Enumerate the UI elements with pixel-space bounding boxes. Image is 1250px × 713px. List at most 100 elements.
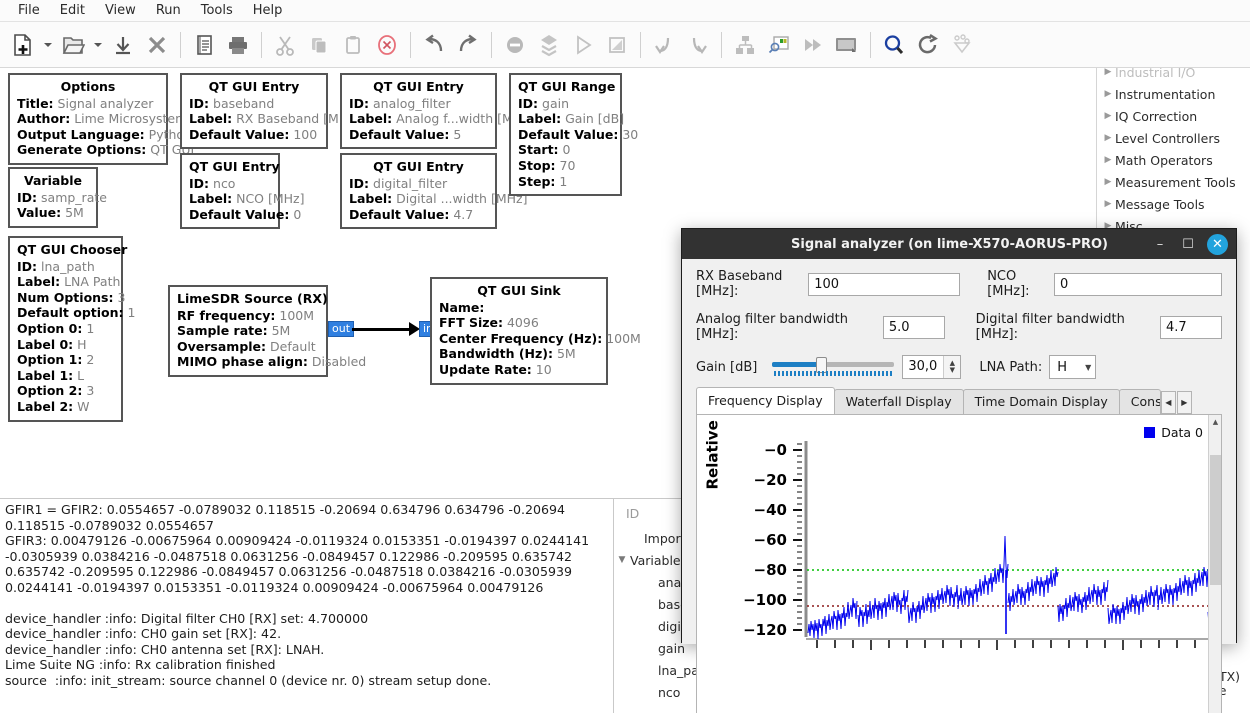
- connection-wire[interactable]: [352, 328, 414, 331]
- menu-item-view[interactable]: View: [95, 1, 146, 20]
- block-title: QT GUI Chooser: [17, 242, 128, 257]
- qt-gui-entry-baseband-block[interactable]: QT GUI Entry ID: baseband Label: RX Base…: [180, 73, 360, 150]
- block-row: Label: Digital ...width [MHz]: [349, 191, 528, 207]
- reload-blocks-icon[interactable]: [911, 27, 945, 63]
- tree-item-instrumentation[interactable]: ▶ Instrumentation: [1097, 83, 1250, 105]
- align-blocks-icon[interactable]: [728, 27, 762, 63]
- tree-item-level-controllers[interactable]: ▶ Level Controllers: [1097, 127, 1250, 149]
- cut-icon[interactable]: [268, 27, 302, 63]
- scroll-up-icon[interactable]: ▲: [1209, 415, 1221, 428]
- rotate-left-icon[interactable]: [647, 27, 681, 63]
- chevron-right-icon[interactable]: ▶: [1101, 199, 1115, 209]
- toggle-panel-icon[interactable]: [830, 27, 864, 63]
- spinner-arrows[interactable]: ▲ ▼: [943, 356, 961, 378]
- maximize-icon[interactable]: ☐: [1175, 231, 1201, 257]
- print-icon[interactable]: [221, 27, 255, 63]
- paste-icon[interactable]: [336, 27, 370, 63]
- save-icon[interactable]: [106, 27, 140, 63]
- tab-scroll-right-icon[interactable]: ▶: [1176, 391, 1192, 414]
- enable-block-icon[interactable]: [532, 27, 566, 63]
- tree-item-math-operators[interactable]: ▶ Math Operators: [1097, 149, 1250, 171]
- chevron-right-icon[interactable]: ▶: [1101, 133, 1115, 143]
- chevron-right-icon[interactable]: ▶: [1101, 155, 1115, 165]
- block-row: Default Value: 100: [189, 126, 318, 142]
- zoom-in-icon[interactable]: [877, 27, 911, 63]
- tree-item-message-tools[interactable]: ▶ Message Tools: [1097, 193, 1250, 215]
- copy-icon[interactable]: [302, 27, 336, 63]
- chevron-down-icon[interactable]: ▼: [1085, 363, 1091, 372]
- toolbar: [0, 22, 1250, 68]
- tab-scroll-left-icon[interactable]: ◀: [1160, 391, 1176, 414]
- new-flowgraph-icon[interactable]: [6, 27, 40, 63]
- plot-vertical-scrollbar[interactable]: ▲ ▼: [1208, 415, 1221, 713]
- block-row: Output Language: Python: [17, 126, 193, 142]
- tab-frequency-display[interactable]: Frequency Display: [696, 387, 835, 414]
- tab-time-domain-display[interactable]: Time Domain Display: [962, 389, 1120, 414]
- chevron-down-icon[interactable]: ▼: [614, 555, 630, 565]
- block-title: QT GUI Entry: [208, 79, 300, 94]
- more-icon[interactable]: [796, 27, 830, 63]
- chevron-right-icon[interactable]: ▶: [1101, 68, 1115, 77]
- nco-input[interactable]: [1054, 272, 1222, 296]
- qt-gui-entry-digital-filter-block[interactable]: QT GUI Entry ID: digital_filter Label: D…: [340, 153, 528, 230]
- gain-value[interactable]: 30,0: [903, 356, 943, 378]
- frequency-display-plot[interactable]: Relative Gain (dB) Data 0 −0 −20 −40 −60…: [696, 414, 1222, 713]
- block-row: Default Value: 5: [349, 126, 462, 142]
- digital-filter-input[interactable]: [1160, 315, 1222, 339]
- find-block-icon[interactable]: [762, 27, 796, 63]
- menu-item-file[interactable]: File: [8, 1, 50, 20]
- kill-icon[interactable]: [600, 27, 634, 63]
- tab-constellation-display[interactable]: Cons: [1118, 389, 1161, 414]
- menu-item-help[interactable]: Help: [243, 1, 293, 20]
- limesdr-source-block[interactable]: LimeSDR Source (RX) RF frequency: 100M S…: [168, 285, 366, 377]
- scrollbar-thumb[interactable]: [1210, 455, 1221, 585]
- tab-waterfall-display[interactable]: Waterfall Display: [833, 389, 964, 414]
- qt-gui-range-gain-block[interactable]: QT GUI Range ID: gain Label: Gain [dB] D…: [509, 73, 638, 197]
- close-icon[interactable]: ✕: [1207, 233, 1228, 255]
- block-row: Label: Analog f...width [MHz]: [349, 111, 534, 127]
- menu-item-run[interactable]: Run: [146, 1, 191, 20]
- options-block[interactable]: Options Title: Signal analyzer Author: L…: [8, 73, 194, 165]
- chevron-right-icon[interactable]: ▶: [1101, 89, 1115, 99]
- console-line: GFIR3: 0.00479126 -0.00675964 0.00909424…: [5, 533, 594, 595]
- open-recent-dropdown-icon[interactable]: [90, 27, 106, 63]
- disable-block-icon[interactable]: [498, 27, 532, 63]
- tree-item-measurement-tools[interactable]: ▶ Measurement Tools: [1097, 171, 1250, 193]
- qt-gui-entry-nco-block[interactable]: QT GUI Entry ID: nco Label: NCO [MHz] De…: [180, 153, 304, 230]
- signal-analyzer-window[interactable]: Signal analyzer (on lime-X570-AORUS-PRO)…: [681, 228, 1237, 713]
- chevron-right-icon[interactable]: ▶: [1101, 111, 1115, 121]
- minimize-icon[interactable]: –: [1147, 231, 1173, 257]
- tree-item-industrial-io[interactable]: ▶ Industrial I/O: [1097, 68, 1250, 83]
- menu-item-edit[interactable]: Edit: [50, 1, 95, 20]
- gain-slider[interactable]: [772, 356, 895, 378]
- rotate-right-icon[interactable]: [681, 27, 715, 63]
- gain-spinbox[interactable]: 30,0 ▲ ▼: [902, 355, 962, 379]
- properties-icon[interactable]: [187, 27, 221, 63]
- window-title-bar[interactable]: Signal analyzer (on lime-X570-AORUS-PRO)…: [682, 229, 1236, 259]
- execute-icon[interactable]: [566, 27, 600, 63]
- chevron-right-icon[interactable]: ▶: [1101, 177, 1115, 187]
- chevron-down-icon[interactable]: ▼: [950, 367, 955, 374]
- lna-path-select[interactable]: H ▼: [1049, 355, 1097, 379]
- block-row: Option 1: 2: [17, 352, 95, 368]
- menu-item-tools[interactable]: Tools: [191, 1, 243, 20]
- port-out[interactable]: out: [328, 321, 355, 337]
- rx-baseband-input[interactable]: [808, 272, 961, 296]
- new-flowgraph-dropdown-icon[interactable]: [40, 27, 56, 63]
- tree-item-iq-correction[interactable]: ▶ IQ Correction: [1097, 105, 1250, 127]
- delete-icon[interactable]: [370, 27, 404, 63]
- tree-item-label: Math Operators: [1115, 152, 1213, 168]
- redo-icon[interactable]: [451, 27, 485, 63]
- display-tabs[interactable]: Frequency Display Waterfall Display Time…: [696, 387, 1222, 414]
- console-log[interactable]: GFIR1 = GFIR2: 0.0554657 -0.0789032 0.11…: [0, 498, 613, 713]
- flowgraph-tools-icon[interactable]: [945, 27, 979, 63]
- analog-filter-input[interactable]: [882, 315, 945, 339]
- undo-icon[interactable]: [417, 27, 451, 63]
- qt-gui-entry-analog-filter-block[interactable]: QT GUI Entry ID: analog_filter Label: An…: [340, 73, 534, 150]
- open-flowgraph-icon[interactable]: [56, 27, 90, 63]
- qt-gui-chooser-block[interactable]: QT GUI Chooser ID: lna_path Label: LNA P…: [8, 236, 135, 422]
- variable-samp-rate-block[interactable]: Variable ID: samp_rate Value: 5M: [8, 167, 107, 228]
- digital-filter-label: Digital filter bandwidth [MHz]:: [975, 312, 1125, 342]
- qt-gui-sink-block[interactable]: QT GUI Sink Name: FFT Size: 4096 Center …: [430, 277, 641, 385]
- close-icon[interactable]: [140, 27, 174, 63]
